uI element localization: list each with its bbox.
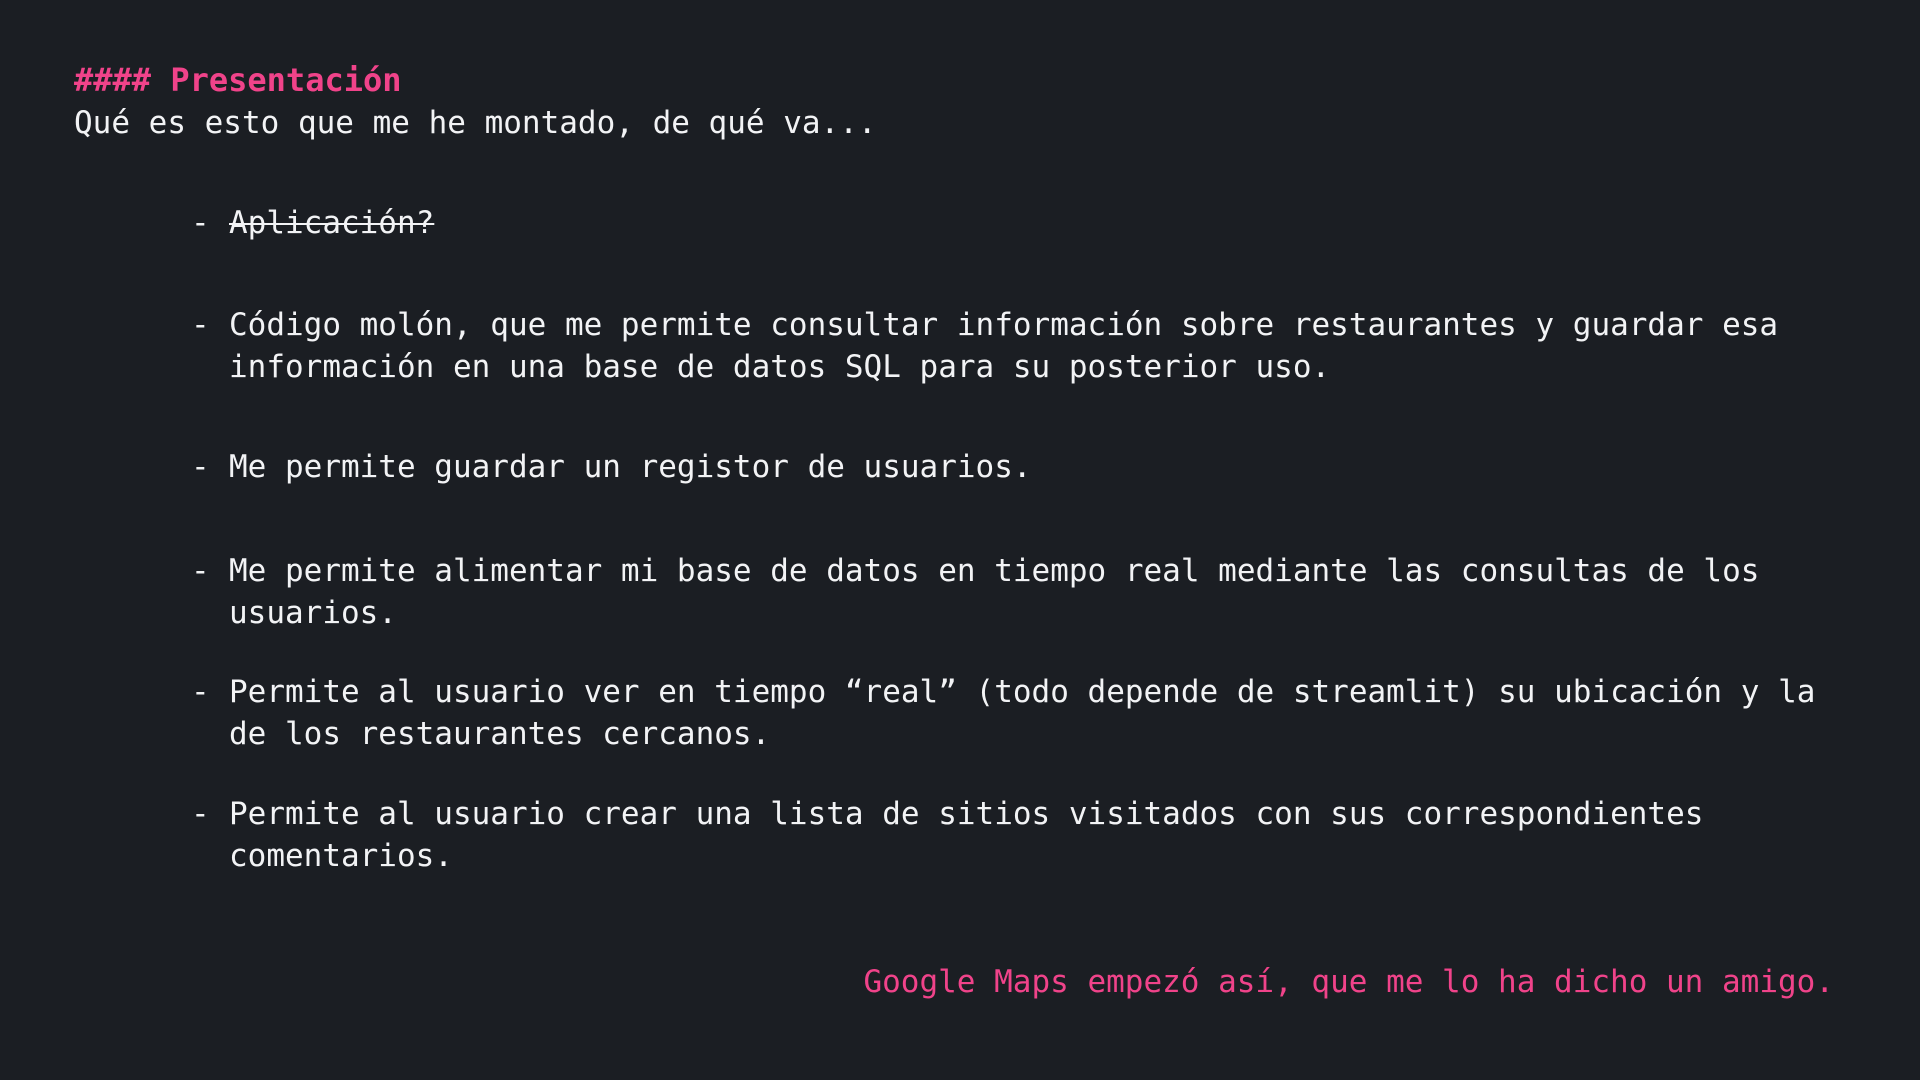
slide-heading: #### Presentación bbox=[74, 61, 402, 99]
bullet-marker: - bbox=[191, 449, 210, 485]
bullet-text: Código molón, que me permite consultar i… bbox=[229, 307, 1779, 385]
bullet-item: - Permite al usuario crear una lista de … bbox=[191, 793, 1851, 877]
bullet-text: Permite al usuario crear una lista de si… bbox=[229, 796, 1704, 874]
bullet-item: - Permite al usuario ver en tiempo “real… bbox=[191, 671, 1851, 755]
bullet-text: Me permite alimentar mi base de datos en… bbox=[229, 553, 1760, 631]
bullet-text: Me permite guardar un registor de usuari… bbox=[229, 449, 1032, 485]
slide-subtitle: Qué es esto que me he montado, de qué va… bbox=[74, 105, 877, 141]
bullet-marker: - bbox=[191, 674, 210, 710]
slide: #### Presentación Qué es esto que me he … bbox=[0, 0, 1920, 1080]
bullet-text: Permite al usuario ver en tiempo “real” … bbox=[229, 674, 1816, 752]
bullet-marker: - bbox=[191, 553, 210, 589]
bullet-marker: - bbox=[191, 307, 210, 343]
bullet-text: Aplicación? bbox=[229, 205, 435, 241]
bullet-item: - Me permite alimentar mi base de datos … bbox=[191, 550, 1851, 634]
closing-note: Google Maps empezó así, que me lo ha dic… bbox=[863, 964, 1834, 1000]
bullet-item: - Aplicación? bbox=[191, 202, 1851, 244]
bullet-marker: - bbox=[191, 205, 210, 241]
bullet-marker: - bbox=[191, 796, 210, 832]
bullet-item: - Código molón, que me permite consultar… bbox=[191, 304, 1851, 388]
bullet-item: - Me permite guardar un registor de usua… bbox=[191, 446, 1851, 488]
